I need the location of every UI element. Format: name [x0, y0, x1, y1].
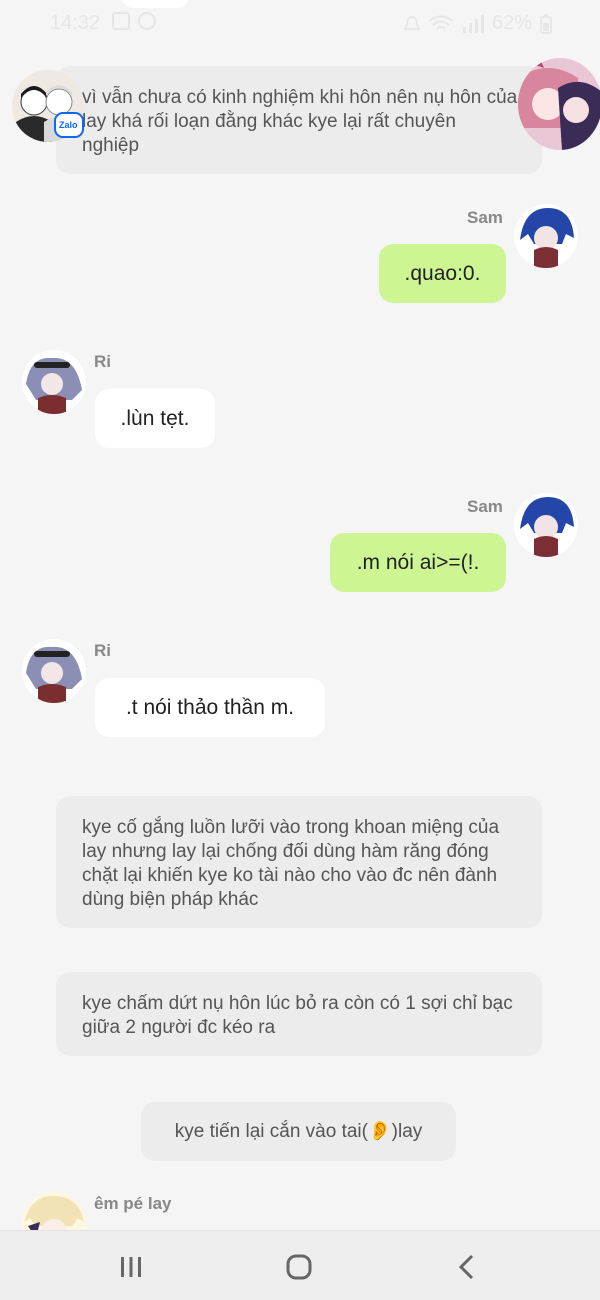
gallery-icon [112, 12, 130, 30]
zalo-badge-icon: Zalo [54, 112, 84, 138]
narration-bubble: kye chấm dứt nụ hôn lúc bỏ ra còn có 1 s… [56, 972, 542, 1056]
message-text: .t nói thảo thần m. [125, 695, 295, 719]
narration-bubble: kye tiến lại cắn vào tai(👂)lay [141, 1102, 456, 1161]
messenger-icon [138, 12, 156, 30]
narration-text: kye chấm dứt nụ hôn lúc bỏ ra còn có 1 s… [82, 993, 513, 1038]
incoming-message[interactable]: .t nói thảo thần m. [95, 678, 325, 737]
home-button[interactable] [279, 1249, 319, 1285]
sender-name: Sam [467, 208, 503, 227]
wifi-icon [428, 15, 454, 30]
sam-avatar[interactable] [514, 493, 578, 557]
outgoing-message[interactable]: .quao:0. [379, 244, 506, 303]
sender-name: Ri [94, 352, 111, 371]
home-icon [286, 1254, 312, 1280]
sender-name: Sam [467, 497, 503, 516]
message-text: .lùn tẹt. [120, 406, 190, 430]
svg-text:Zalo: Zalo [59, 120, 78, 130]
back-icon [458, 1254, 474, 1280]
battery-percent: 62% [491, 12, 532, 34]
narration-text: kye tiến lại cắn vào tai(👂)lay [174, 1120, 423, 1142]
ri-avatar[interactable] [22, 639, 86, 703]
sender-name: Ri [94, 641, 111, 660]
message-text: .m nói ai>=(!. [356, 550, 480, 574]
incoming-message[interactable]: .lùn tẹt. [95, 389, 215, 448]
recents-icon [121, 1257, 141, 1277]
recents-button[interactable] [111, 1249, 151, 1285]
narration-bubble: kye cố gắng luồn lưỡi vào trong khoan mi… [56, 796, 542, 928]
outgoing-message[interactable]: .m nói ai>=(!. [330, 533, 506, 592]
sam-avatar[interactable] [514, 204, 578, 268]
narration-bubble: vì vẫn chưa có kinh nghiệm khi hôn nên n… [56, 66, 542, 174]
status-time: 14:32 [50, 12, 101, 34]
sender-name: êm pé lay [94, 1194, 172, 1213]
back-button[interactable] [447, 1249, 487, 1285]
system-navigation-bar [0, 1230, 600, 1300]
narration-text: vì vẫn chưa có kinh nghiệm khi hôn nên n… [82, 87, 518, 156]
ri-avatar[interactable] [22, 350, 86, 414]
status-bar: 14:32 62% [0, 0, 600, 48]
message-text: .quao:0. [404, 261, 481, 285]
status-system-icons: 62% [403, 12, 552, 35]
signal-icon [462, 14, 484, 33]
alarm-icon [403, 15, 420, 30]
group-avatar-right[interactable] [518, 58, 600, 150]
status-notification-icons [112, 12, 156, 30]
previous-message-bubble [120, 0, 190, 8]
narration-text: kye cố gắng luồn lưỡi vào trong khoan mi… [82, 817, 500, 910]
battery-icon [540, 13, 552, 34]
